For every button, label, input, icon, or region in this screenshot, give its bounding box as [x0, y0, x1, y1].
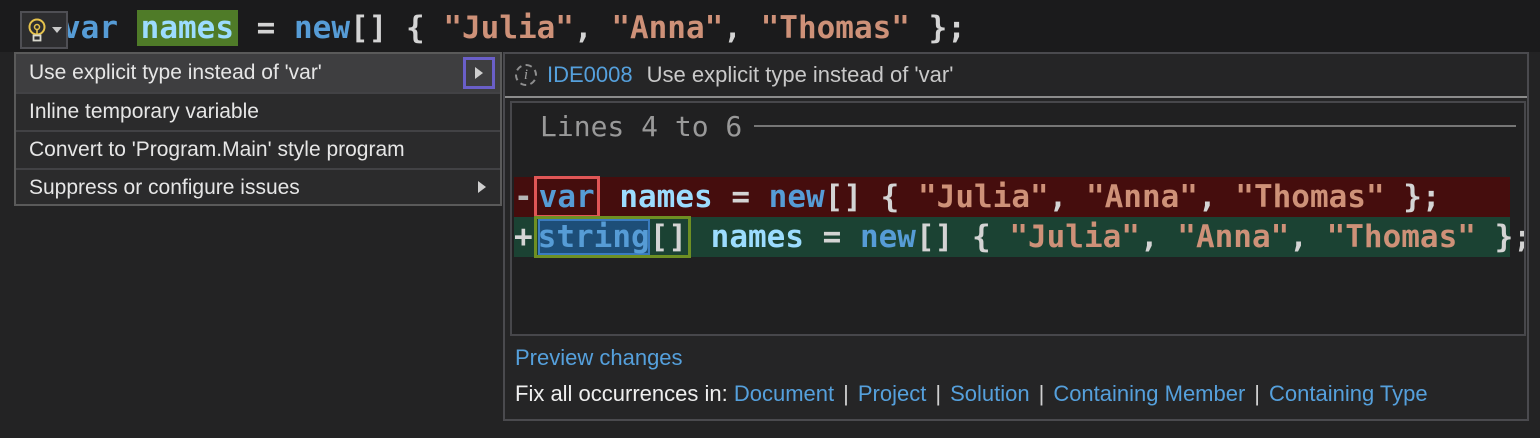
code-string-anna: "Anna" [611, 10, 724, 46]
screenshot-root: var names = new[] { "Julia", "Anna", "Th… [0, 0, 1540, 438]
code-token-string: string [537, 219, 650, 255]
code-token-comma: , [723, 10, 761, 46]
highlighted-symbol-names: names [136, 10, 238, 46]
code-string-julia: "Julia" [1009, 219, 1140, 255]
fix-all-link-solution[interactable]: Solution [950, 381, 1030, 406]
fix-all-link-document[interactable]: Document [734, 381, 834, 406]
preview-header: IDE0008 Use explicit type instead of 'va… [505, 54, 1527, 96]
code-token-brackets: [] [350, 10, 388, 46]
code-token-comma: , [1289, 219, 1327, 255]
fix-all-separator: | [935, 381, 942, 406]
code-token-open-brace: { [862, 179, 918, 215]
header-separator [505, 96, 1527, 98]
code-token-open-brace: { [387, 10, 444, 46]
editor-code-line: var names = new[] { "Julia", "Anna", "Th… [62, 8, 966, 48]
preview-changes-link[interactable]: Preview changes [515, 345, 683, 371]
lightbulb-dropdown-caret-icon [52, 27, 62, 33]
code-token-close: }; [1494, 219, 1524, 255]
lightbulb-button[interactable] [20, 11, 68, 49]
code-token-new: new [859, 219, 916, 255]
fix-preview-panel: IDE0008 Use explicit type instead of 'va… [503, 52, 1529, 421]
diff-added-prefix: + [514, 219, 533, 255]
code-token-var: var [538, 179, 595, 215]
lightbulb-icon [26, 17, 48, 43]
diff-added-line: + string[] names = new[] { "Julia", "Anna… [514, 216, 1524, 258]
fix-all-separator: | [1038, 381, 1045, 406]
code-token-new: new [768, 179, 825, 215]
code-string-anna: "Anna" [1085, 179, 1198, 215]
fix-all-link-containing-type[interactable]: Containing Type [1269, 381, 1428, 406]
code-token-comma: , [573, 10, 612, 46]
menu-item-use-explicit-type[interactable]: Use explicit type instead of 'var' [16, 54, 500, 92]
code-token-brackets: [] [649, 219, 687, 255]
code-token-eq: = [238, 10, 294, 46]
removed-span-box: var [533, 176, 600, 218]
fix-all-separator: | [1254, 381, 1261, 406]
fix-all-link-project[interactable]: Project [858, 381, 926, 406]
code-string-thomas: "Thomas" [760, 10, 910, 46]
code-string-thomas: "Thomas" [1235, 179, 1385, 215]
submenu-arrow-icon [478, 181, 486, 193]
menu-item-inline-temporary-variable[interactable]: Inline temporary variable [16, 94, 500, 130]
code-token-eq: = [803, 219, 860, 255]
fix-all-label: Fix all occurrences in: [515, 381, 728, 406]
menu-item-convert-program-main[interactable]: Convert to 'Program.Main' style program [16, 132, 500, 168]
fix-all-link-containing-member[interactable]: Containing Member [1053, 381, 1245, 406]
code-token-comma: , [1048, 179, 1086, 215]
diff-preview-box: Lines 4 to 6 - var names = new[] { "Julia… [510, 101, 1526, 336]
added-span-box: string[] [533, 216, 691, 258]
code-token-brackets: [] [824, 179, 862, 215]
code-string-anna: "Anna" [1177, 219, 1290, 255]
code-string-thomas: "Thomas" [1326, 219, 1476, 255]
code-token-comma: , [1197, 179, 1236, 215]
quick-actions-menu: Use explicit type instead of 'var' Inlin… [14, 52, 502, 206]
code-token-open-brace: { [953, 219, 1010, 255]
fix-all-separator: | [843, 381, 849, 406]
menu-item-label: Convert to 'Program.Main' style program [29, 138, 405, 161]
code-string-julia: "Julia" [918, 179, 1049, 215]
code-token-eq: = [712, 179, 769, 215]
menu-item-suppress-or-configure[interactable]: Suppress or configure issues [16, 170, 500, 206]
code-token-close: }; [909, 10, 966, 46]
lines-range-row: Lines 4 to 6 [540, 109, 1516, 143]
info-icon [515, 64, 537, 86]
menu-item-label: Use explicit type instead of 'var' [29, 61, 322, 84]
code-token-names: names [619, 179, 713, 215]
code-token-var: var [62, 10, 118, 46]
submenu-focus-box[interactable] [463, 57, 495, 89]
rule-id-link[interactable]: IDE0008 [547, 62, 633, 88]
rule-title: Use explicit type instead of 'var' [646, 62, 954, 87]
diff-removed-line: - var names = new[] { "Julia", "Anna", "T… [514, 176, 1510, 218]
menu-item-label: Inline temporary variable [29, 100, 259, 123]
code-token-comma: , [1139, 219, 1178, 255]
lines-range-rule [754, 125, 1516, 127]
menu-item-label: Suppress or configure issues [29, 176, 300, 199]
diff-removed-prefix: - [514, 179, 533, 215]
submenu-arrow-icon [475, 67, 483, 79]
code-token-close: }; [1384, 179, 1441, 215]
lines-range-label: Lines 4 to 6 [540, 109, 743, 143]
code-string-julia: "Julia" [443, 10, 574, 46]
code-token-new: new [294, 10, 350, 46]
code-token-names: names [710, 219, 804, 255]
fix-all-row: Fix all occurrences in: Document | Project… [515, 381, 1428, 407]
code-token-brackets: [] [915, 219, 954, 255]
